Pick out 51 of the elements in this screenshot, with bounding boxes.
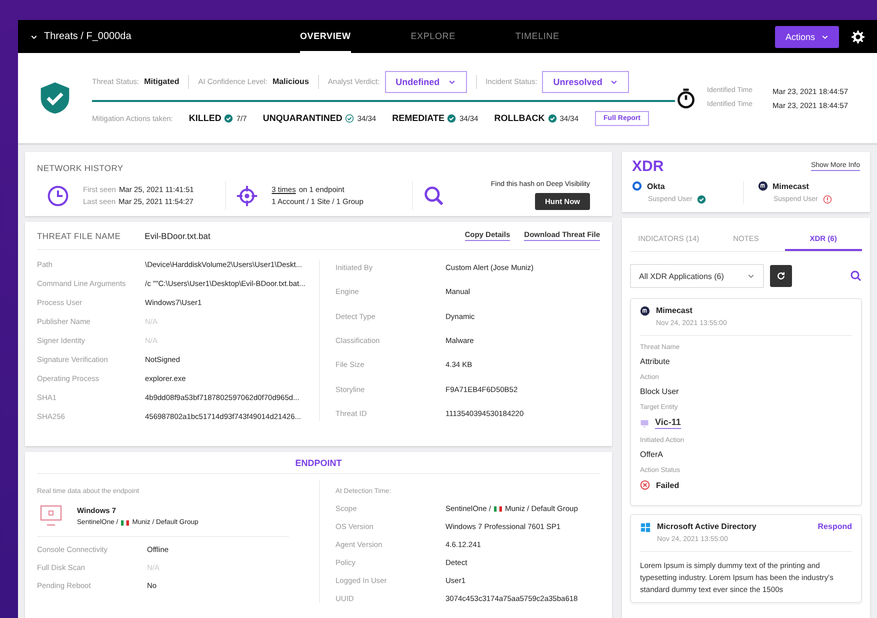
section-title: NETWORK HISTORY xyxy=(37,163,124,173)
target-entity-link[interactable]: Vic-11 xyxy=(655,417,681,429)
application-filter[interactable]: All XDR Applications (6) xyxy=(630,264,764,288)
mitigation-name: ROLLBACK xyxy=(494,113,545,123)
ring-logo-icon xyxy=(632,181,642,191)
refresh-icon xyxy=(776,271,786,281)
flag-icon xyxy=(121,520,130,526)
disc-logo-icon xyxy=(758,181,768,191)
disc-logo-icon xyxy=(640,306,650,316)
flag-icon xyxy=(494,506,502,512)
file-name: Evil-BDoor.txt.bat xyxy=(144,230,210,240)
windows-logo-icon xyxy=(640,522,651,533)
status-dropdown[interactable]: Unresolved xyxy=(542,70,630,92)
check-circle-icon xyxy=(447,114,456,122)
section-title: ENDPOINT xyxy=(295,458,342,468)
field-value: Failed xyxy=(656,480,680,490)
check-circle-icon xyxy=(548,114,557,122)
field-label: THREAT FILE NAME xyxy=(37,230,121,240)
search-icon xyxy=(850,270,862,282)
clock-icon xyxy=(47,184,69,206)
nav-tab[interactable]: TIMELINE xyxy=(515,20,560,53)
check-circle-icon xyxy=(224,114,234,122)
integration-name: Okta xyxy=(647,182,665,190)
refresh-button[interactable] xyxy=(770,265,792,287)
status-dropdown[interactable]: Undefined xyxy=(384,70,467,92)
field-value: OfferA xyxy=(640,450,663,459)
settings-icon xyxy=(851,30,865,44)
mitigation-name: KILLED xyxy=(188,113,222,123)
mitigation-name: UNQUARANTINED xyxy=(262,113,342,123)
app-name: Mimecast xyxy=(656,306,692,315)
crosshair-icon xyxy=(236,184,258,206)
field-value: Block User xyxy=(640,387,679,396)
nav-tab[interactable]: EXPLORE xyxy=(410,20,456,53)
check-circle-icon xyxy=(345,114,354,122)
warning-circle-icon xyxy=(822,195,832,204)
mitigation-name: REMEDIATE xyxy=(392,113,444,123)
breadcrumb[interactable]: Threats / F_0000da xyxy=(30,31,300,42)
xdr-title: XDR xyxy=(632,158,664,175)
status-value: Malicious xyxy=(272,77,309,86)
stopwatch-icon xyxy=(675,86,697,110)
respond-link[interactable]: Respond xyxy=(818,522,852,531)
integration-name: Mimecast xyxy=(772,182,809,190)
app-name: Microsoft Active Directory xyxy=(657,522,756,531)
monitor-icon xyxy=(640,418,649,428)
check-circle-icon xyxy=(697,195,706,204)
search-icon xyxy=(423,184,446,206)
actions-button[interactable]: Actions xyxy=(775,26,839,48)
chevron-down-icon xyxy=(747,272,755,280)
failed-icon xyxy=(640,480,650,490)
field-value: Attribute xyxy=(640,357,670,366)
status-value: Mitigated xyxy=(144,77,180,86)
